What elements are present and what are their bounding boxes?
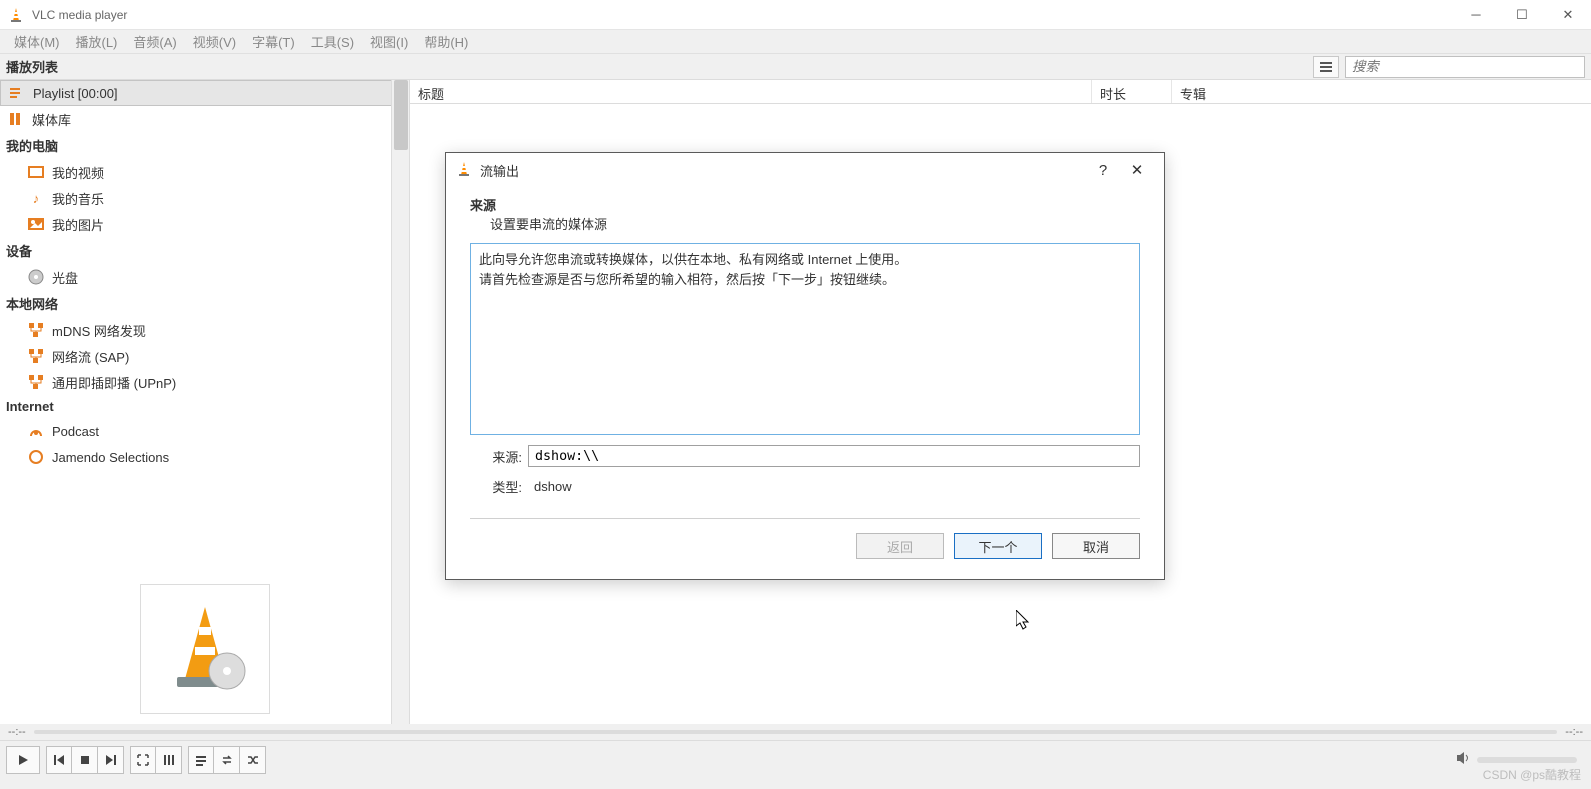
sidebar-item-label: Jamendo Selections: [52, 450, 169, 465]
dialog-close-button[interactable]: ✕: [1120, 155, 1154, 185]
menu-view[interactable]: 视图(I): [364, 30, 414, 53]
shuffle-button[interactable]: [240, 746, 266, 774]
sidebar-header-devices: 设备: [0, 237, 409, 264]
library-icon: [8, 111, 24, 127]
menubar: 媒体(M) 播放(L) 音频(A) 视频(V) 字幕(T) 工具(S) 视图(I…: [0, 30, 1591, 54]
time-total: --:--: [1565, 726, 1583, 738]
album-art: [140, 584, 270, 714]
next-button[interactable]: 下一个: [954, 533, 1042, 559]
vlc-icon: [456, 161, 472, 180]
sidebar-item-music[interactable]: ♪ 我的音乐: [0, 185, 409, 211]
sidebar-item-label: mDNS 网络发现: [52, 321, 146, 340]
toggle-playlist-button[interactable]: [188, 746, 214, 774]
sidebar-header-internet: Internet: [0, 395, 409, 418]
previous-button[interactable]: [46, 746, 72, 774]
sidebar-item-label: 网络流 (SAP): [52, 347, 129, 366]
col-album[interactable]: 专辑: [1171, 80, 1591, 103]
maximize-button[interactable]: ☐: [1499, 0, 1545, 30]
sidebar-item-playlist[interactable]: Playlist [00:00]: [0, 80, 409, 106]
sidebar-item-label: Podcast: [52, 424, 99, 439]
dialog-title: 流输出: [472, 161, 1086, 180]
sidebar-item-label: 我的音乐: [52, 189, 104, 208]
type-value: dshow: [528, 479, 572, 494]
network-icon: [28, 348, 44, 364]
col-title[interactable]: 标题: [410, 80, 1091, 103]
info-line1: 此向导允许您串流或转换媒体，以供在本地、私有网络或 Internet 上使用。: [479, 250, 1131, 270]
video-icon: [28, 164, 44, 180]
sidebar-header-localnet: 本地网络: [0, 290, 409, 317]
network-icon: [28, 322, 44, 338]
col-duration[interactable]: 时长: [1091, 80, 1171, 103]
extended-settings-button[interactable]: [156, 746, 182, 774]
source-label: 来源:: [470, 447, 528, 466]
playlist-group: [188, 746, 266, 774]
type-label: 类型:: [470, 477, 528, 496]
sidebar-header-computer: 我的电脑: [0, 132, 409, 159]
network-icon: [28, 374, 44, 390]
source-input[interactable]: [528, 445, 1140, 467]
sidebar-item-videos[interactable]: 我的视频: [0, 159, 409, 185]
pictures-icon: [28, 216, 44, 232]
time-elapsed: --:--: [8, 726, 26, 738]
section-subtitle: 设置要串流的媒体源: [470, 214, 1140, 233]
player-controls: [0, 740, 1591, 778]
close-button[interactable]: ✕: [1545, 0, 1591, 30]
sidebar-item-label: Playlist [00:00]: [33, 86, 118, 101]
minimize-button[interactable]: ─: [1453, 0, 1499, 30]
sidebar-item-label: 通用即插即播 (UPnP): [52, 373, 176, 392]
column-headers: 标题 时长 专辑: [410, 80, 1591, 104]
sidebar-item-sap[interactable]: 网络流 (SAP): [0, 343, 409, 369]
menu-audio[interactable]: 音频(A): [127, 30, 182, 53]
sidebar: Playlist [00:00] 媒体库 我的电脑 我的视频 ♪ 我的音乐: [0, 80, 410, 724]
menu-video[interactable]: 视频(V): [187, 30, 242, 53]
seek-slider[interactable]: [34, 730, 1558, 734]
menu-playback[interactable]: 播放(L): [70, 30, 124, 53]
time-bar: --:-- --:--: [0, 724, 1591, 740]
view-group: [130, 746, 182, 774]
sidebar-item-podcast[interactable]: Podcast: [0, 418, 409, 444]
loop-button[interactable]: [214, 746, 240, 774]
dialog-help-button[interactable]: ?: [1086, 155, 1120, 185]
sidebar-item-label: 媒体库: [32, 110, 71, 129]
playlist-header: 播放列表: [0, 54, 1591, 80]
view-toggle-button[interactable]: [1313, 56, 1339, 78]
stream-output-dialog: 流输出 ? ✕ 来源 设置要串流的媒体源 此向导允许您串流或转换媒体，以供在本地…: [445, 152, 1165, 580]
sidebar-item-jamendo[interactable]: Jamendo Selections: [0, 444, 409, 470]
vlc-icon: [8, 7, 24, 23]
sidebar-item-mdns[interactable]: mDNS 网络发现: [0, 317, 409, 343]
sidebar-scrollbar[interactable]: [391, 80, 409, 724]
jamendo-icon: [28, 449, 44, 465]
menu-help[interactable]: 帮助(H): [418, 30, 474, 53]
sidebar-item-pictures[interactable]: 我的图片: [0, 211, 409, 237]
playlist-icon: [9, 85, 25, 101]
search-input[interactable]: [1345, 56, 1585, 78]
section-title: 来源: [470, 195, 1140, 214]
volume-slider[interactable]: [1477, 757, 1577, 763]
menu-subtitle[interactable]: 字幕(T): [246, 30, 301, 53]
play-button[interactable]: [6, 746, 40, 774]
sidebar-item-label: 我的视频: [52, 163, 104, 182]
sidebar-item-upnp[interactable]: 通用即插即播 (UPnP): [0, 369, 409, 395]
cancel-button[interactable]: 取消: [1052, 533, 1140, 559]
sidebar-item-medialib[interactable]: 媒体库: [0, 106, 409, 132]
stop-button[interactable]: [72, 746, 98, 774]
playlist-title: 播放列表: [0, 57, 1313, 76]
app-title: VLC media player: [32, 8, 1453, 22]
music-icon: ♪: [28, 190, 44, 206]
menu-tools[interactable]: 工具(S): [305, 30, 360, 53]
back-button: 返回: [856, 533, 944, 559]
titlebar: VLC media player ─ ☐ ✕: [0, 0, 1591, 30]
sidebar-item-label: 光盘: [52, 268, 78, 287]
podcast-icon: [28, 423, 44, 439]
sidebar-item-disc[interactable]: 光盘: [0, 264, 409, 290]
info-line2: 请首先检查源是否与您所希望的输入相符，然后按「下一步」按钮继续。: [479, 270, 1131, 290]
sidebar-item-label: 我的图片: [52, 215, 104, 234]
fullscreen-button[interactable]: [130, 746, 156, 774]
next-button[interactable]: [98, 746, 124, 774]
menu-media[interactable]: 媒体(M): [8, 30, 66, 53]
mute-button[interactable]: [1455, 750, 1471, 769]
disc-icon: [28, 269, 44, 285]
info-box: 此向导允许您串流或转换媒体，以供在本地、私有网络或 Internet 上使用。 …: [470, 243, 1140, 435]
skip-group: [46, 746, 124, 774]
